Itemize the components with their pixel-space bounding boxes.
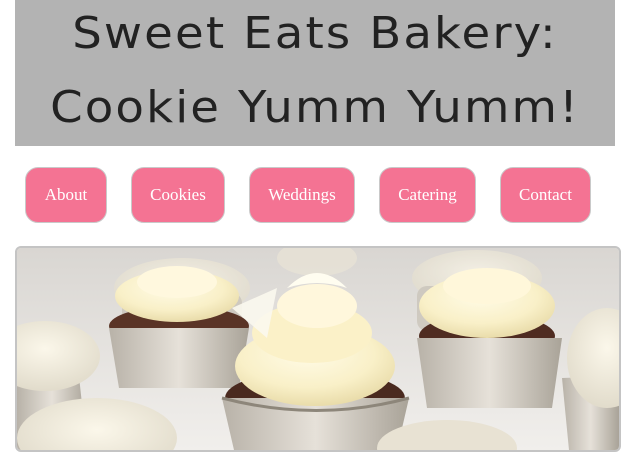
nav-cookies-button[interactable]: Cookies — [131, 167, 225, 223]
site-title-line-2: Cookie Yumm Yumm! — [50, 82, 580, 133]
site-title-line-1: Sweet Eats Bakery: — [72, 8, 558, 59]
hero-cupcakes-image — [15, 246, 621, 452]
cupcakes-photo — [17, 248, 619, 450]
nav-weddings-button[interactable]: Weddings — [249, 167, 355, 223]
main-nav: About Cookies Weddings Catering Contact — [0, 167, 630, 225]
nav-contact-button[interactable]: Contact — [500, 167, 591, 223]
site-banner: Sweet Eats Bakery: Cookie Yumm Yumm! — [15, 0, 615, 146]
nav-catering-button[interactable]: Catering — [379, 167, 476, 223]
nav-about-button[interactable]: About — [25, 167, 107, 223]
